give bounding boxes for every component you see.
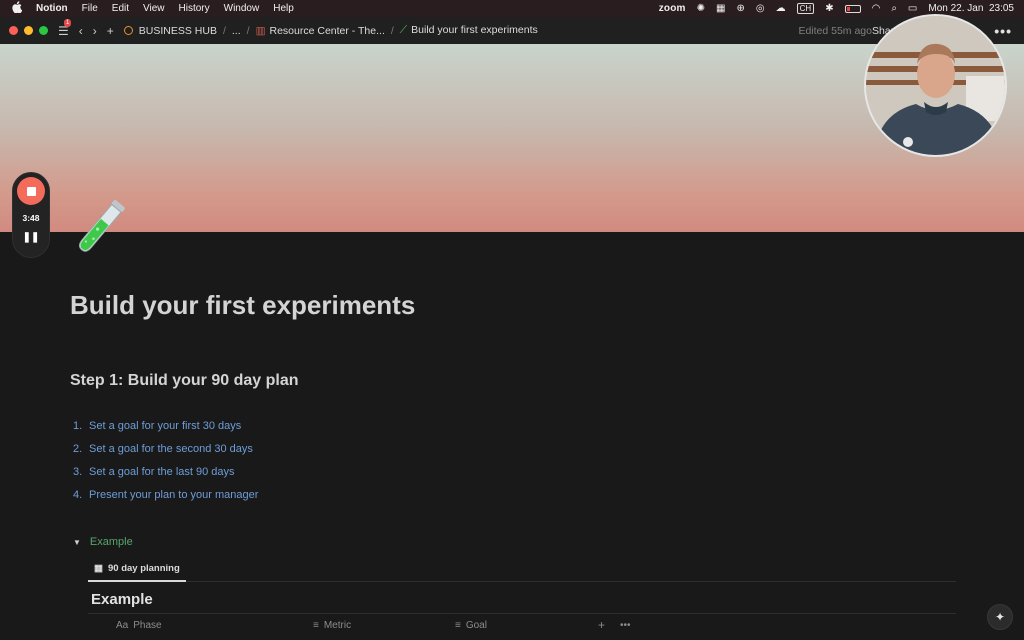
search-icon[interactable]: ⌕ [891, 3, 897, 14]
test-tube-icon: ⟋ [399, 24, 408, 36]
books-icon: ▥ [255, 24, 266, 37]
list-item[interactable]: 3. Set a goal for the last 90 days [73, 466, 258, 489]
recording-timer: 3:48 [22, 213, 40, 223]
section-heading[interactable]: Step 1: Build your 90 day plan [70, 372, 299, 390]
webcam-person-image [866, 16, 1005, 155]
target-icon[interactable]: ◎ [756, 3, 765, 14]
menu-view[interactable]: View [143, 3, 165, 14]
list-item-text: Present your plan to your manager [89, 489, 259, 501]
workspace-ring-icon [123, 25, 133, 35]
menu-datetime[interactable]: Mon 22. Jan 23:05 [928, 3, 1014, 14]
toggle-label: Example [89, 536, 133, 548]
zoom-status-item[interactable]: zoom [659, 3, 686, 14]
list-item-number: 4. [73, 489, 83, 501]
list-item-text: Set a goal for your first 30 days [89, 420, 242, 432]
notion-title-bar: ☰ 1 ‹ › + BUSINESS HUB / ... / ▥ Resource … [0, 17, 1024, 44]
globe-icon[interactable]: ⊕ [737, 3, 745, 14]
numbered-list: 1. Set a goal for your first 30 days 2. Se… [73, 420, 258, 512]
menu-file[interactable]: File [82, 3, 98, 14]
breadcrumb-parent-label: Resource Center - The... [269, 24, 385, 37]
control-center-icon[interactable]: ▭ [908, 3, 917, 14]
database-title[interactable]: Example [91, 591, 153, 608]
back-arrow-icon[interactable]: ‹ [79, 24, 83, 38]
sidebar-toggle-icon[interactable]: ☰ 1 [58, 18, 72, 38]
page-emoji-test-tube-icon[interactable] [68, 198, 130, 260]
menu-help[interactable]: Help [273, 3, 294, 14]
minimize-window-button[interactable] [24, 26, 33, 35]
ai-sparkle-button[interactable]: ✦ [987, 604, 1013, 630]
stop-icon [26, 186, 36, 196]
new-page-plus-icon[interactable]: + [107, 24, 114, 38]
list-item-text: Set a goal for the last 90 days [89, 466, 235, 478]
menu-history[interactable]: History [179, 3, 210, 14]
breadcrumb-workspace-label: BUSINESS HUB [138, 24, 217, 37]
sparkle-icon: ✦ [994, 610, 1006, 624]
list-item-number: 2. [73, 443, 83, 455]
text-property-icon: ≡ [455, 620, 461, 631]
page-title[interactable]: Build your first experiments [70, 290, 415, 321]
menu-app-name[interactable]: Notion [36, 3, 68, 14]
list-item[interactable]: 4. Present your plan to your manager [73, 489, 258, 512]
list-item-number: 1. [73, 420, 83, 432]
column-label: Goal [465, 620, 487, 631]
list-item[interactable]: 2. Set a goal for the second 30 days [73, 443, 258, 466]
toggle-triangle-icon[interactable]: ▼ [73, 538, 81, 547]
breadcrumb-parent[interactable]: ▥ Resource Center - The... [256, 25, 385, 37]
maximize-window-button[interactable] [39, 26, 48, 35]
bluetooth-icon[interactable]: ✱ [825, 3, 833, 14]
text-property-icon: Aa [116, 620, 129, 631]
breadcrumb-workspace[interactable]: BUSINESS HUB [123, 24, 217, 37]
forward-arrow-icon[interactable]: › [93, 24, 97, 38]
sun-icon[interactable]: ✺ [697, 3, 705, 14]
database-view-tabs: ▦ 90 day planning [88, 557, 956, 582]
column-header-phase[interactable]: Aa Phase [116, 620, 162, 631]
tab-label: 90 day planning [107, 563, 180, 574]
breadcrumb-current-label: Build your first experiments [411, 24, 538, 36]
more-options-button[interactable]: ••• [994, 23, 1012, 39]
window-controls [9, 26, 48, 35]
grid-icon[interactable]: ▦ [716, 3, 725, 14]
add-column-button[interactable]: + [598, 618, 605, 632]
column-label: Phase [133, 620, 162, 631]
cloud-icon[interactable]: ☁ [776, 3, 786, 14]
breadcrumb-separator: / [390, 24, 394, 37]
stop-recording-button[interactable] [17, 177, 45, 205]
apple-icon[interactable] [12, 1, 26, 16]
breadcrumb-separator: / [246, 24, 250, 37]
breadcrumb-separator: / [222, 24, 226, 37]
list-item[interactable]: 1. Set a goal for your first 30 days [73, 420, 258, 443]
example-toggle[interactable]: ▼ Example [73, 536, 133, 548]
table-header: Aa Phase ≡ Metric ≡ Goal + ••• [88, 613, 956, 639]
column-more-button[interactable]: ••• [620, 620, 631, 631]
list-item-text: Set a goal for the second 30 days [89, 443, 253, 455]
pause-recording-button[interactable]: ❚❚ [13, 232, 49, 243]
webcam-overlay[interactable] [864, 14, 1007, 157]
list-item-number: 3. [73, 466, 83, 478]
macos-menu-bar: Notion File Edit View History Window Hel… [0, 0, 1024, 17]
breadcrumb-ellipsis[interactable]: ... [232, 25, 241, 37]
menu-extras: zoom ✺ ▦ ⊕ ◎ ☁ CH ✱ ◠ ⌕ ▭ Mon 22. Jan 23… [659, 3, 1024, 14]
screen-recorder-widget: 3:48 ❚❚ [12, 172, 50, 258]
battery-icon[interactable] [844, 4, 861, 13]
text-property-icon: ≡ [313, 620, 319, 631]
column-header-goal[interactable]: ≡ Goal [455, 620, 487, 631]
close-window-button[interactable] [9, 26, 18, 35]
column-header-metric[interactable]: ≡ Metric [313, 620, 351, 631]
breadcrumb-current[interactable]: ⟋ Build your first experiments [400, 24, 538, 37]
menu-window[interactable]: Window [224, 3, 260, 14]
keyboard-input-indicator[interactable]: CH [796, 3, 815, 14]
table-icon: ▦ [94, 563, 103, 574]
column-label: Metric [323, 620, 352, 631]
tab-90-day-planning[interactable]: ▦ 90 day planning [88, 557, 186, 582]
last-edited-label: Edited 55m ago [798, 24, 872, 37]
menu-edit[interactable]: Edit [112, 3, 129, 14]
notification-badge: 1 [64, 18, 72, 27]
wifi-icon[interactable]: ◠ [872, 3, 881, 14]
